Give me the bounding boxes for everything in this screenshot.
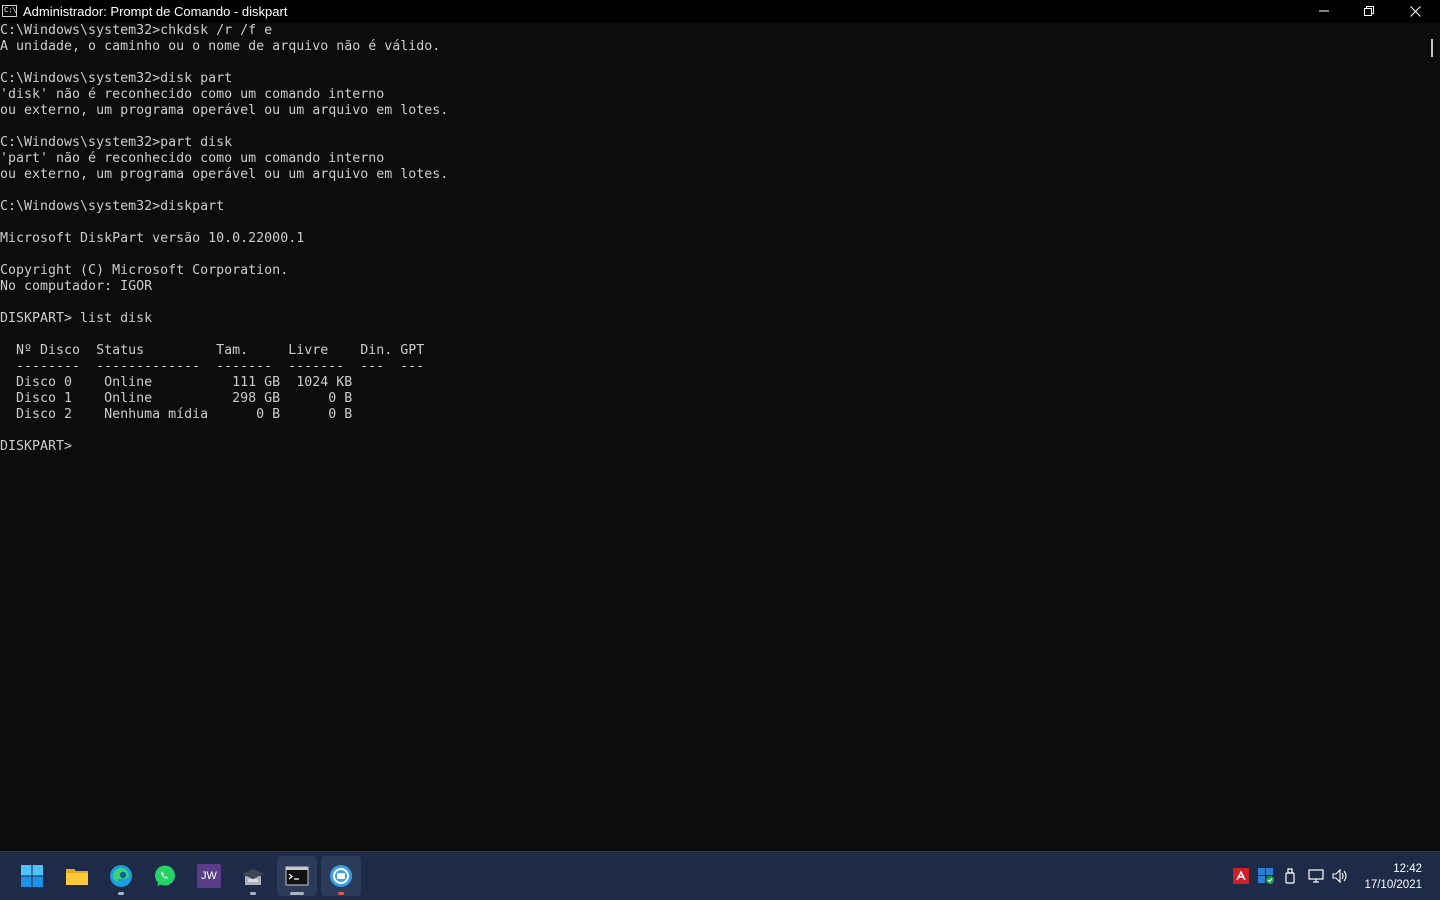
taskbar-edge[interactable] xyxy=(101,856,141,896)
console-text: C:\Windows\system32>chkdsk /r /f e A uni… xyxy=(0,23,1424,455)
taskbar-jw-library[interactable]: JW xyxy=(189,856,229,896)
console-line: 'part' não é reconhecido como um comando… xyxy=(0,151,385,166)
command-prompt-icon: C:\ xyxy=(2,5,17,17)
running-indicator xyxy=(338,892,344,895)
blue-circular-app-icon xyxy=(330,865,352,887)
system-clock[interactable]: 12:42 17/10/2021 xyxy=(1364,861,1422,893)
windows-security-icon[interactable] xyxy=(1258,868,1274,884)
restore-icon xyxy=(1364,6,1374,16)
edge-browser-icon xyxy=(110,865,132,887)
console-line: A unidade, o caminho ou o nome de arquiv… xyxy=(0,39,441,54)
vertical-scrollbar[interactable] xyxy=(1424,23,1440,851)
console-line: DISKPART> list disk xyxy=(0,311,153,326)
console-line: DISKPART> xyxy=(0,439,81,454)
console-line: ou externo, um programa operável ou um a… xyxy=(0,103,449,118)
app-icon-label: C:\ xyxy=(4,6,17,14)
taskbar: JW 12:42 17/10/2021 xyxy=(0,851,1440,900)
clock-time: 12:42 xyxy=(1393,863,1422,875)
console-line: Nº Disco Status Tam. Livre Din. GPT xyxy=(0,343,425,358)
taskbar-file-explorer[interactable] xyxy=(57,856,97,896)
restore-button[interactable] xyxy=(1346,0,1392,23)
file-explorer-icon xyxy=(66,869,88,885)
console-line: C:\Windows\system32>chkdsk /r /f e xyxy=(0,23,273,38)
title-bar[interactable]: C:\ Administrador: Prompt de Comando - d… xyxy=(0,0,1440,23)
taskbar-blue-app[interactable] xyxy=(321,856,361,896)
window-title: Administrador: Prompt de Comando - diskp… xyxy=(23,4,288,19)
jw-library-icon: JW xyxy=(197,864,221,888)
active-indicator xyxy=(290,892,304,895)
taskbar-graduation-app[interactable] xyxy=(233,856,273,896)
console-line: C:\Windows\system32>part disk xyxy=(0,135,233,150)
console-line: No computador: IGOR xyxy=(0,279,153,294)
scrollbar-thumb[interactable] xyxy=(1431,39,1433,57)
whatsapp-icon xyxy=(155,865,175,886)
network-icon[interactable] xyxy=(1308,868,1324,884)
console-line: 'disk' não é reconhecido como um comando… xyxy=(0,87,385,102)
console-line: C:\Windows\system32>diskpart xyxy=(0,199,225,214)
console-line: -------- ------------- ------- ------- -… xyxy=(0,359,425,374)
console-line: Disco 1 Online 298 GB 0 B xyxy=(0,391,353,406)
running-indicator xyxy=(250,892,256,895)
clock-date: 17/10/2021 xyxy=(1364,879,1422,891)
minimize-icon xyxy=(1319,10,1329,12)
console-line: ou externo, um programa operável ou um a… xyxy=(0,167,449,182)
console-output[interactable]: C:\Windows\system32>chkdsk /r /f e A uni… xyxy=(0,23,1424,851)
usb-device-icon[interactable] xyxy=(1282,868,1298,884)
console-line: Microsoft DiskPart versão 10.0.22000.1 xyxy=(0,231,305,246)
console-line: C:\Windows\system32>disk part xyxy=(0,71,233,86)
console-line: Disco 0 Online 111 GB 1024 KB xyxy=(0,375,353,390)
console-line: Disco 2 Nenhuma mídia 0 B 0 B xyxy=(0,407,353,422)
command-prompt-icon xyxy=(285,866,309,886)
start-button-icon xyxy=(21,865,43,887)
taskbar-whatsapp[interactable] xyxy=(145,856,185,896)
console-line: Copyright (C) Microsoft Corporation. xyxy=(0,263,289,278)
close-icon xyxy=(1410,6,1421,17)
start-button[interactable] xyxy=(12,856,52,896)
close-button[interactable] xyxy=(1392,0,1438,23)
amd-radeon-icon[interactable] xyxy=(1233,868,1249,884)
minimize-button[interactable] xyxy=(1301,0,1347,23)
taskbar-command-prompt[interactable] xyxy=(277,856,317,896)
running-indicator xyxy=(118,892,124,895)
graduation-cap-app-icon xyxy=(242,869,264,885)
volume-icon[interactable] xyxy=(1332,868,1348,884)
